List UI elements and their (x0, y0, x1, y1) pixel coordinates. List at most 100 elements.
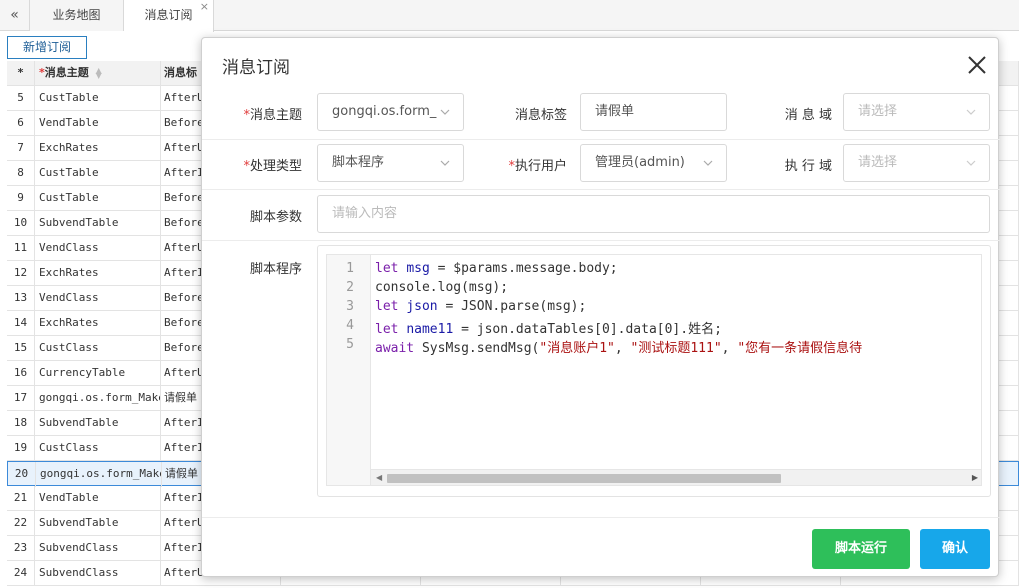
topic-label: *消息主题 (232, 104, 302, 123)
row-topic: gongqi.os.form_Make (36, 462, 162, 487)
scroll-left-icon[interactable]: ◀ (376, 473, 382, 482)
params-input[interactable]: 请输入内容 (317, 195, 990, 233)
domain-placeholder: 请选择 (858, 104, 898, 119)
row-topic: VendClass (35, 286, 161, 311)
row-topic: SubvendTable (35, 411, 161, 436)
type-value: 脚本程序 (332, 155, 385, 170)
row-index: 12 (7, 261, 35, 286)
row-topic: CustTable (35, 186, 161, 211)
row-topic: VendTable (35, 111, 161, 136)
divider (202, 517, 1000, 518)
row-index: 9 (7, 186, 35, 211)
chevron-down-icon (966, 109, 976, 115)
tab-bar: « 业务地图 消息订阅 × (0, 0, 1019, 32)
tab-message-subscription[interactable]: 消息订阅 × (124, 0, 214, 32)
confirm-button[interactable]: 确认 (920, 529, 990, 569)
code-line: console.log(msg); (375, 280, 509, 295)
tab-label: 消息订阅 (144, 8, 193, 22)
line-number: 4 (346, 318, 354, 333)
close-icon[interactable] (966, 54, 988, 76)
row-index: 5 (7, 86, 35, 111)
row-topic: SubvendTable (35, 211, 161, 236)
run-script-button[interactable]: 脚本运行 (812, 529, 910, 569)
line-number: 1 (346, 261, 354, 276)
tag-input[interactable]: 请假单 (580, 93, 727, 131)
row-index: 7 (7, 136, 35, 161)
tab-close-icon[interactable]: × (200, 0, 209, 22)
add-subscription-button[interactable]: 新增订阅 (7, 36, 87, 59)
scroll-right-icon[interactable]: ▶ (972, 473, 978, 482)
line-gutter: 1 2 3 4 5 (327, 255, 371, 485)
row-index: 6 (7, 111, 35, 136)
row-index: 13 (7, 286, 35, 311)
user-value: 管理员(admin) (595, 155, 685, 170)
collapse-tabs-icon[interactable]: « (0, 0, 30, 31)
code-editor[interactable]: 1 2 3 4 5 ◀ ▶ let msg = $params.message.body… (326, 254, 982, 486)
dialog-title: 消息订阅 (222, 58, 290, 78)
chevron-down-icon (440, 160, 450, 166)
topic-label-text: 消息主题 (249, 108, 302, 123)
topic-value: gongqi.os.form_ (332, 104, 437, 119)
row-topic: ExchRates (35, 136, 161, 161)
header-topic[interactable]: *消息主题 ▲ ▼ (35, 61, 161, 86)
row-index: 18 (7, 411, 35, 436)
topic-select[interactable]: gongqi.os.form_ (317, 93, 464, 131)
row-topic: VendClass (35, 236, 161, 261)
line-number: 3 (346, 299, 354, 314)
tab-business-map[interactable]: 业务地图 (30, 0, 124, 31)
row-index: 20 (8, 462, 36, 487)
row-index: 23 (7, 536, 35, 561)
exec-domain-placeholder: 请选择 (858, 155, 898, 170)
type-select[interactable]: 脚本程序 (317, 144, 464, 182)
row-index: 15 (7, 336, 35, 361)
row-topic: CustClass (35, 336, 161, 361)
row-index: 22 (7, 511, 35, 536)
row-index: 24 (7, 561, 35, 586)
code-line: let name11 = json.dataTables[0].data[0].… (375, 322, 722, 337)
row-index: 10 (7, 211, 35, 236)
row-topic: VendTable (35, 486, 161, 511)
sort-icon[interactable]: ▲ ▼ (96, 67, 104, 80)
domain-select[interactable]: 请选择 (843, 93, 990, 131)
line-number: 2 (346, 280, 354, 295)
row-topic: CurrencyTable (35, 361, 161, 386)
row-topic: CustTable (35, 161, 161, 186)
tab-label: 业务地图 (52, 8, 101, 22)
row-index: 21 (7, 486, 35, 511)
user-label-text: 执行用户 (514, 159, 567, 174)
row-topic: ExchRates (35, 311, 161, 336)
row-topic: CustClass (35, 436, 161, 461)
script-editor-frame: 1 2 3 4 5 ◀ ▶ let msg = $params.message.body… (317, 245, 991, 497)
script-label: 脚本程序 (249, 262, 302, 277)
exec-domain-select[interactable]: 请选择 (843, 144, 990, 182)
horizontal-scrollbar[interactable]: ◀ ▶ (371, 469, 981, 485)
user-select[interactable]: 管理员(admin) (580, 144, 727, 182)
tag-label: 消息标签 (514, 108, 567, 123)
type-label: *处理类型 (232, 155, 302, 174)
params-label: 脚本参数 (249, 210, 302, 225)
code-line: await SysMsg.sendMsg("消息账户1", "测试标题111",… (375, 341, 863, 356)
row-topic: gongqi.os.form_Make (35, 386, 161, 411)
row-index: 16 (7, 361, 35, 386)
scrollbar-thumb[interactable] (387, 474, 781, 483)
subscription-dialog: 消息订阅 *消息主题 gongqi.os.form_ 消息标签 请假单 消 息 … (201, 37, 1000, 577)
code-line: let msg = $params.message.body; (375, 261, 618, 276)
row-topic: SubvendTable (35, 511, 161, 536)
row-index: 19 (7, 436, 35, 461)
chevron-down-icon (440, 109, 450, 115)
divider (202, 240, 1000, 241)
row-topic: ExchRates (35, 261, 161, 286)
line-number: 5 (346, 337, 354, 352)
header-topic-label: 消息主题 (44, 66, 89, 79)
row-index: 11 (7, 236, 35, 261)
domain-label: 消 息 域 (784, 108, 832, 123)
divider (202, 189, 1000, 190)
exec-domain-label: 执 行 域 (784, 159, 832, 174)
row-index: 17 (7, 386, 35, 411)
user-label: *执行用户 (497, 155, 567, 174)
row-topic: SubvendClass (35, 536, 161, 561)
type-label-text: 处理类型 (249, 159, 302, 174)
row-index: 8 (7, 161, 35, 186)
chevron-down-icon (966, 160, 976, 166)
divider (202, 139, 1000, 140)
